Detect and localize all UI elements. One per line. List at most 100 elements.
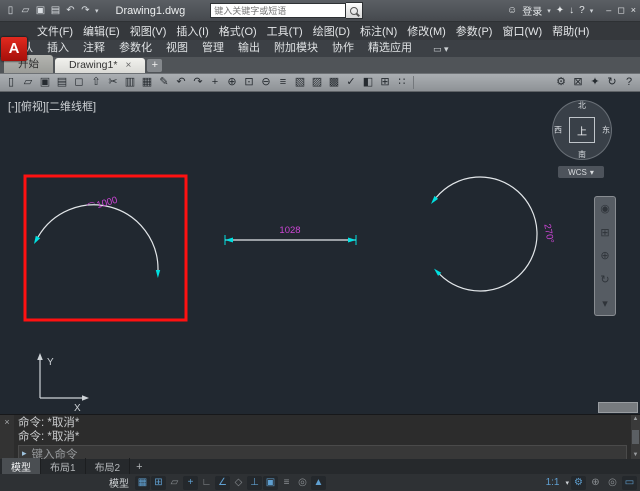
- ribbon-tab[interactable]: 注释: [76, 37, 112, 57]
- layout-tab-layout2[interactable]: 布局2: [86, 458, 131, 475]
- arc-entity-small[interactable]: [38, 205, 158, 270]
- open-icon[interactable]: ▱: [19, 4, 32, 17]
- zoom-icon[interactable]: ⊕: [600, 249, 609, 262]
- file-tab-close-icon[interactable]: ×: [125, 60, 131, 71]
- ucs-icon[interactable]: Y X: [37, 353, 89, 414]
- status-model-label[interactable]: 模型: [109, 475, 129, 490]
- navigation-wheel-icon[interactable]: ◉: [600, 202, 610, 215]
- help-caret-icon[interactable]: ▾: [590, 7, 594, 15]
- new-icon[interactable]: ▯: [4, 4, 17, 17]
- undo-icon[interactable]: ↶: [173, 75, 189, 90]
- dynamic-input-icon[interactable]: +: [183, 476, 198, 490]
- viewcube-south-label[interactable]: 南: [578, 149, 586, 160]
- arc-grip-arrow-left[interactable]: [34, 236, 40, 244]
- open-icon[interactable]: ▱: [20, 75, 36, 90]
- login-button[interactable]: 登录: [522, 3, 542, 18]
- designcenter-icon[interactable]: ▧: [292, 75, 308, 90]
- help-button[interactable]: ?: [579, 5, 585, 16]
- arc-grip-arrow-right[interactable]: [156, 270, 160, 278]
- help-icon[interactable]: ?: [621, 75, 637, 90]
- osnap-tracking-icon[interactable]: ⊥: [247, 476, 262, 490]
- redo-icon[interactable]: ↷: [190, 75, 206, 90]
- viewport-controls-label[interactable]: [-][俯视][二维线框]: [8, 98, 96, 114]
- command-close-icon[interactable]: ×: [4, 417, 9, 427]
- polar-tracking-icon[interactable]: ∠: [215, 476, 230, 490]
- viewcube-north-label[interactable]: 北: [578, 100, 586, 111]
- grid-icon[interactable]: ▦: [135, 476, 150, 490]
- zoom-realtime-icon[interactable]: ⊕: [224, 75, 240, 90]
- ribbon-tab[interactable]: 附加模块: [267, 37, 325, 57]
- menu-item[interactable]: 窗口(W): [497, 21, 547, 41]
- scroll-up-icon[interactable]: ▲: [633, 416, 639, 422]
- plot-icon[interactable]: ▤: [49, 4, 62, 17]
- lineweight-icon[interactable]: ≡: [279, 476, 294, 490]
- workspace-gear-icon[interactable]: ⚙: [571, 476, 586, 490]
- maximize-button[interactable]: ◻: [617, 5, 624, 16]
- pan-icon[interactable]: ⊞: [600, 226, 609, 239]
- osnap-icon[interactable]: ▣: [263, 476, 278, 490]
- annotation-scale-label[interactable]: 1:1: [542, 477, 564, 488]
- matchprop-icon[interactable]: ✎: [156, 75, 172, 90]
- save-icon[interactable]: ▣: [34, 4, 47, 17]
- command-panel-grip[interactable]: ×: [0, 415, 14, 459]
- ribbon-tab[interactable]: 精选应用: [361, 37, 419, 57]
- ribbon-toggle-icon[interactable]: ▭ ▾: [429, 42, 453, 57]
- preview-icon[interactable]: ◻: [71, 75, 87, 90]
- ribbon-tab[interactable]: 协作: [325, 37, 361, 57]
- properties-icon[interactable]: ≡: [275, 75, 291, 90]
- zoom-previous-icon[interactable]: ⊖: [258, 75, 274, 90]
- snap-icon[interactable]: ⊞: [151, 476, 166, 490]
- download-icon[interactable]: ↓: [569, 5, 574, 16]
- scroll-down-icon[interactable]: ▼: [633, 452, 639, 458]
- tool-palettes-icon[interactable]: ▨: [309, 75, 325, 90]
- canvas-scrollbar-corner[interactable]: [598, 402, 638, 413]
- ortho-icon[interactable]: ∟: [199, 476, 214, 490]
- ribbon-tab[interactable]: 视图: [159, 37, 195, 57]
- navbar-more-icon[interactable]: ▾: [602, 297, 608, 310]
- layout-tab-layout1[interactable]: 布局1: [41, 458, 86, 475]
- new-layout-button[interactable]: +: [130, 461, 148, 473]
- ribbon-tab[interactable]: 参数化: [112, 37, 159, 57]
- ribbon-tab[interactable]: 输出: [231, 37, 267, 57]
- menu-item[interactable]: 参数(P): [451, 21, 498, 41]
- search-input[interactable]: [210, 3, 346, 18]
- infocenter-icon[interactable]: ✦: [587, 75, 603, 90]
- block-editor-icon[interactable]: ◧: [360, 75, 376, 90]
- application-button[interactable]: A: [1, 37, 27, 61]
- arc-entity-large[interactable]: [436, 177, 537, 291]
- infer-constraints-icon[interactable]: ▱: [167, 476, 182, 490]
- workspace-icon[interactable]: ⚙: [553, 75, 569, 90]
- selection-cycling-icon[interactable]: ◎: [295, 476, 310, 490]
- markup-icon[interactable]: ✓: [343, 75, 359, 90]
- sheetset-icon[interactable]: ▩: [326, 75, 342, 90]
- new-drawing-tab-button[interactable]: +: [147, 59, 162, 72]
- new-icon[interactable]: ▯: [3, 75, 19, 90]
- scale-caret-icon[interactable]: ▾: [565, 479, 569, 487]
- viewcube[interactable]: 北 南 西 东 上: [552, 100, 612, 160]
- viewcube-top-face[interactable]: 上: [569, 117, 595, 143]
- close-button[interactable]: ×: [631, 5, 636, 16]
- app-store-icon[interactable]: ✦: [556, 5, 564, 16]
- redo-icon[interactable]: ↷: [79, 4, 92, 17]
- calculator-icon[interactable]: ⊞: [377, 75, 393, 90]
- plot-icon[interactable]: ▤: [54, 75, 70, 90]
- publish-icon[interactable]: ⇧: [88, 75, 104, 90]
- ribbon-tab[interactable]: 插入: [40, 37, 76, 57]
- drawing-area[interactable]: [-][俯视][二维线框] 北 南 西 东 上 WCS ▾ ◉⊞⊕↻▾ ⌒: [0, 92, 640, 414]
- layout-tab-model[interactable]: 模型: [2, 458, 41, 475]
- minimize-button[interactable]: –: [606, 5, 611, 16]
- annotation-visibility-icon[interactable]: ▲: [311, 476, 326, 490]
- fullscreen-icon[interactable]: ▭: [622, 476, 637, 490]
- pan-icon[interactable]: +: [207, 75, 223, 90]
- command-scrollbar[interactable]: ▲ ▼: [631, 415, 640, 459]
- undo-icon[interactable]: ↶: [64, 4, 77, 17]
- zoom-window-icon[interactable]: ⊡: [241, 75, 257, 90]
- file-tab-drawing1[interactable]: Drawing1* ×: [55, 58, 145, 73]
- lock-ui-icon[interactable]: ⊠: [570, 75, 586, 90]
- cut-icon[interactable]: ✂: [105, 75, 121, 90]
- point-icon[interactable]: ∷: [394, 75, 410, 90]
- orbit-icon[interactable]: ↻: [600, 273, 609, 286]
- login-caret-icon[interactable]: ▾: [547, 7, 551, 15]
- ribbon-tab[interactable]: 管理: [195, 37, 231, 57]
- isolate-objects-icon[interactable]: ◎: [605, 476, 620, 490]
